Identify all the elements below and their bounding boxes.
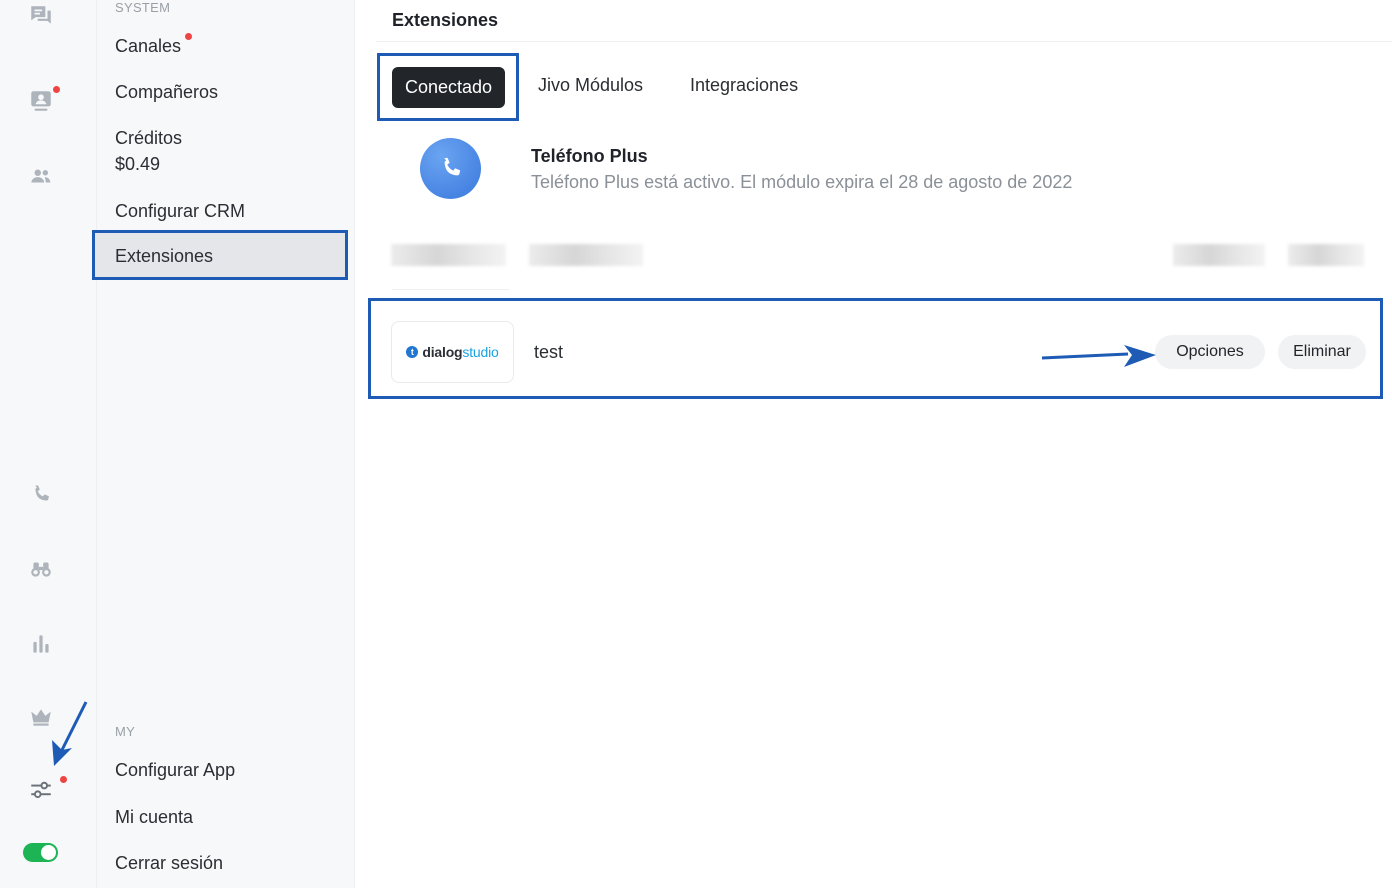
telefono-plus-avatar (420, 138, 481, 199)
delete-button[interactable]: Eliminar (1278, 335, 1366, 369)
blurred-logo (391, 244, 506, 266)
extension-description: Teléfono Plus está activo. El módulo exp… (531, 172, 1073, 192)
extension-title: Teléfono Plus (531, 146, 648, 166)
extension-name: test (534, 342, 564, 362)
dialogstudio-logo: t dialogstudio (391, 321, 514, 383)
menu-item-mi-cuenta[interactable]: Mi cuenta (115, 806, 193, 828)
phone-icon (443, 157, 460, 175)
menu-item-companeros[interactable]: Compañeros (115, 81, 218, 103)
menu-item-creditos[interactable]: Créditos $0.49 (115, 127, 182, 175)
toggle-knob (41, 845, 56, 860)
section-label-system: SYSTEM (115, 0, 171, 15)
divider (392, 289, 509, 290)
settings-sliders-icon[interactable] (27, 776, 55, 804)
chats-icon[interactable] (27, 2, 55, 30)
menu-item-label: Canales (115, 36, 182, 56)
crown-icon[interactable] (27, 703, 55, 731)
tab-conectado[interactable]: Conectado (392, 67, 505, 108)
phone-icon[interactable] (27, 481, 55, 509)
dialogstudio-logo-text: dialogstudio (422, 344, 499, 360)
tab-integraciones[interactable]: Integraciones (690, 75, 798, 96)
notification-dot (60, 776, 67, 783)
page-title: Extensiones (392, 10, 499, 30)
visitors-icon[interactable] (27, 87, 55, 115)
notification-dot (185, 33, 193, 40)
menu-item-configurar-app[interactable]: Configurar App (115, 759, 235, 781)
divider (376, 41, 1392, 42)
menu-item-label: Extensiones (115, 246, 214, 266)
notification-dot (53, 86, 60, 93)
blurred-button (1288, 244, 1364, 266)
blurred-button (1173, 244, 1265, 266)
dialogstudio-logo-mark: t (406, 346, 419, 358)
blurred-name (529, 244, 643, 266)
menu-item-cerrar-sesion[interactable]: Cerrar sesión (115, 852, 223, 874)
section-label-my: MY (115, 724, 136, 739)
team-icon[interactable] (27, 162, 55, 190)
status-toggle[interactable] (23, 843, 58, 862)
icon-rail (0, 0, 97, 888)
options-button[interactable]: Opciones (1155, 335, 1265, 369)
menu-item-extensiones[interactable]: Extensiones (92, 230, 348, 280)
main-content: Extensiones Conectado Jivo Módulos Integ… (355, 0, 1392, 888)
menu-item-label: Créditos (115, 128, 183, 148)
binoculars-icon[interactable] (27, 555, 55, 583)
settings-menu: SYSTEM Canales Compañeros Créditos $0.49… (97, 0, 355, 888)
reports-icon[interactable] (27, 630, 55, 658)
tab-jivo-modulos[interactable]: Jivo Módulos (538, 75, 643, 96)
credits-value: $0.49 (115, 154, 161, 174)
menu-item-canales[interactable]: Canales (115, 33, 193, 57)
menu-item-configurar-crm[interactable]: Configurar CRM (115, 200, 245, 222)
